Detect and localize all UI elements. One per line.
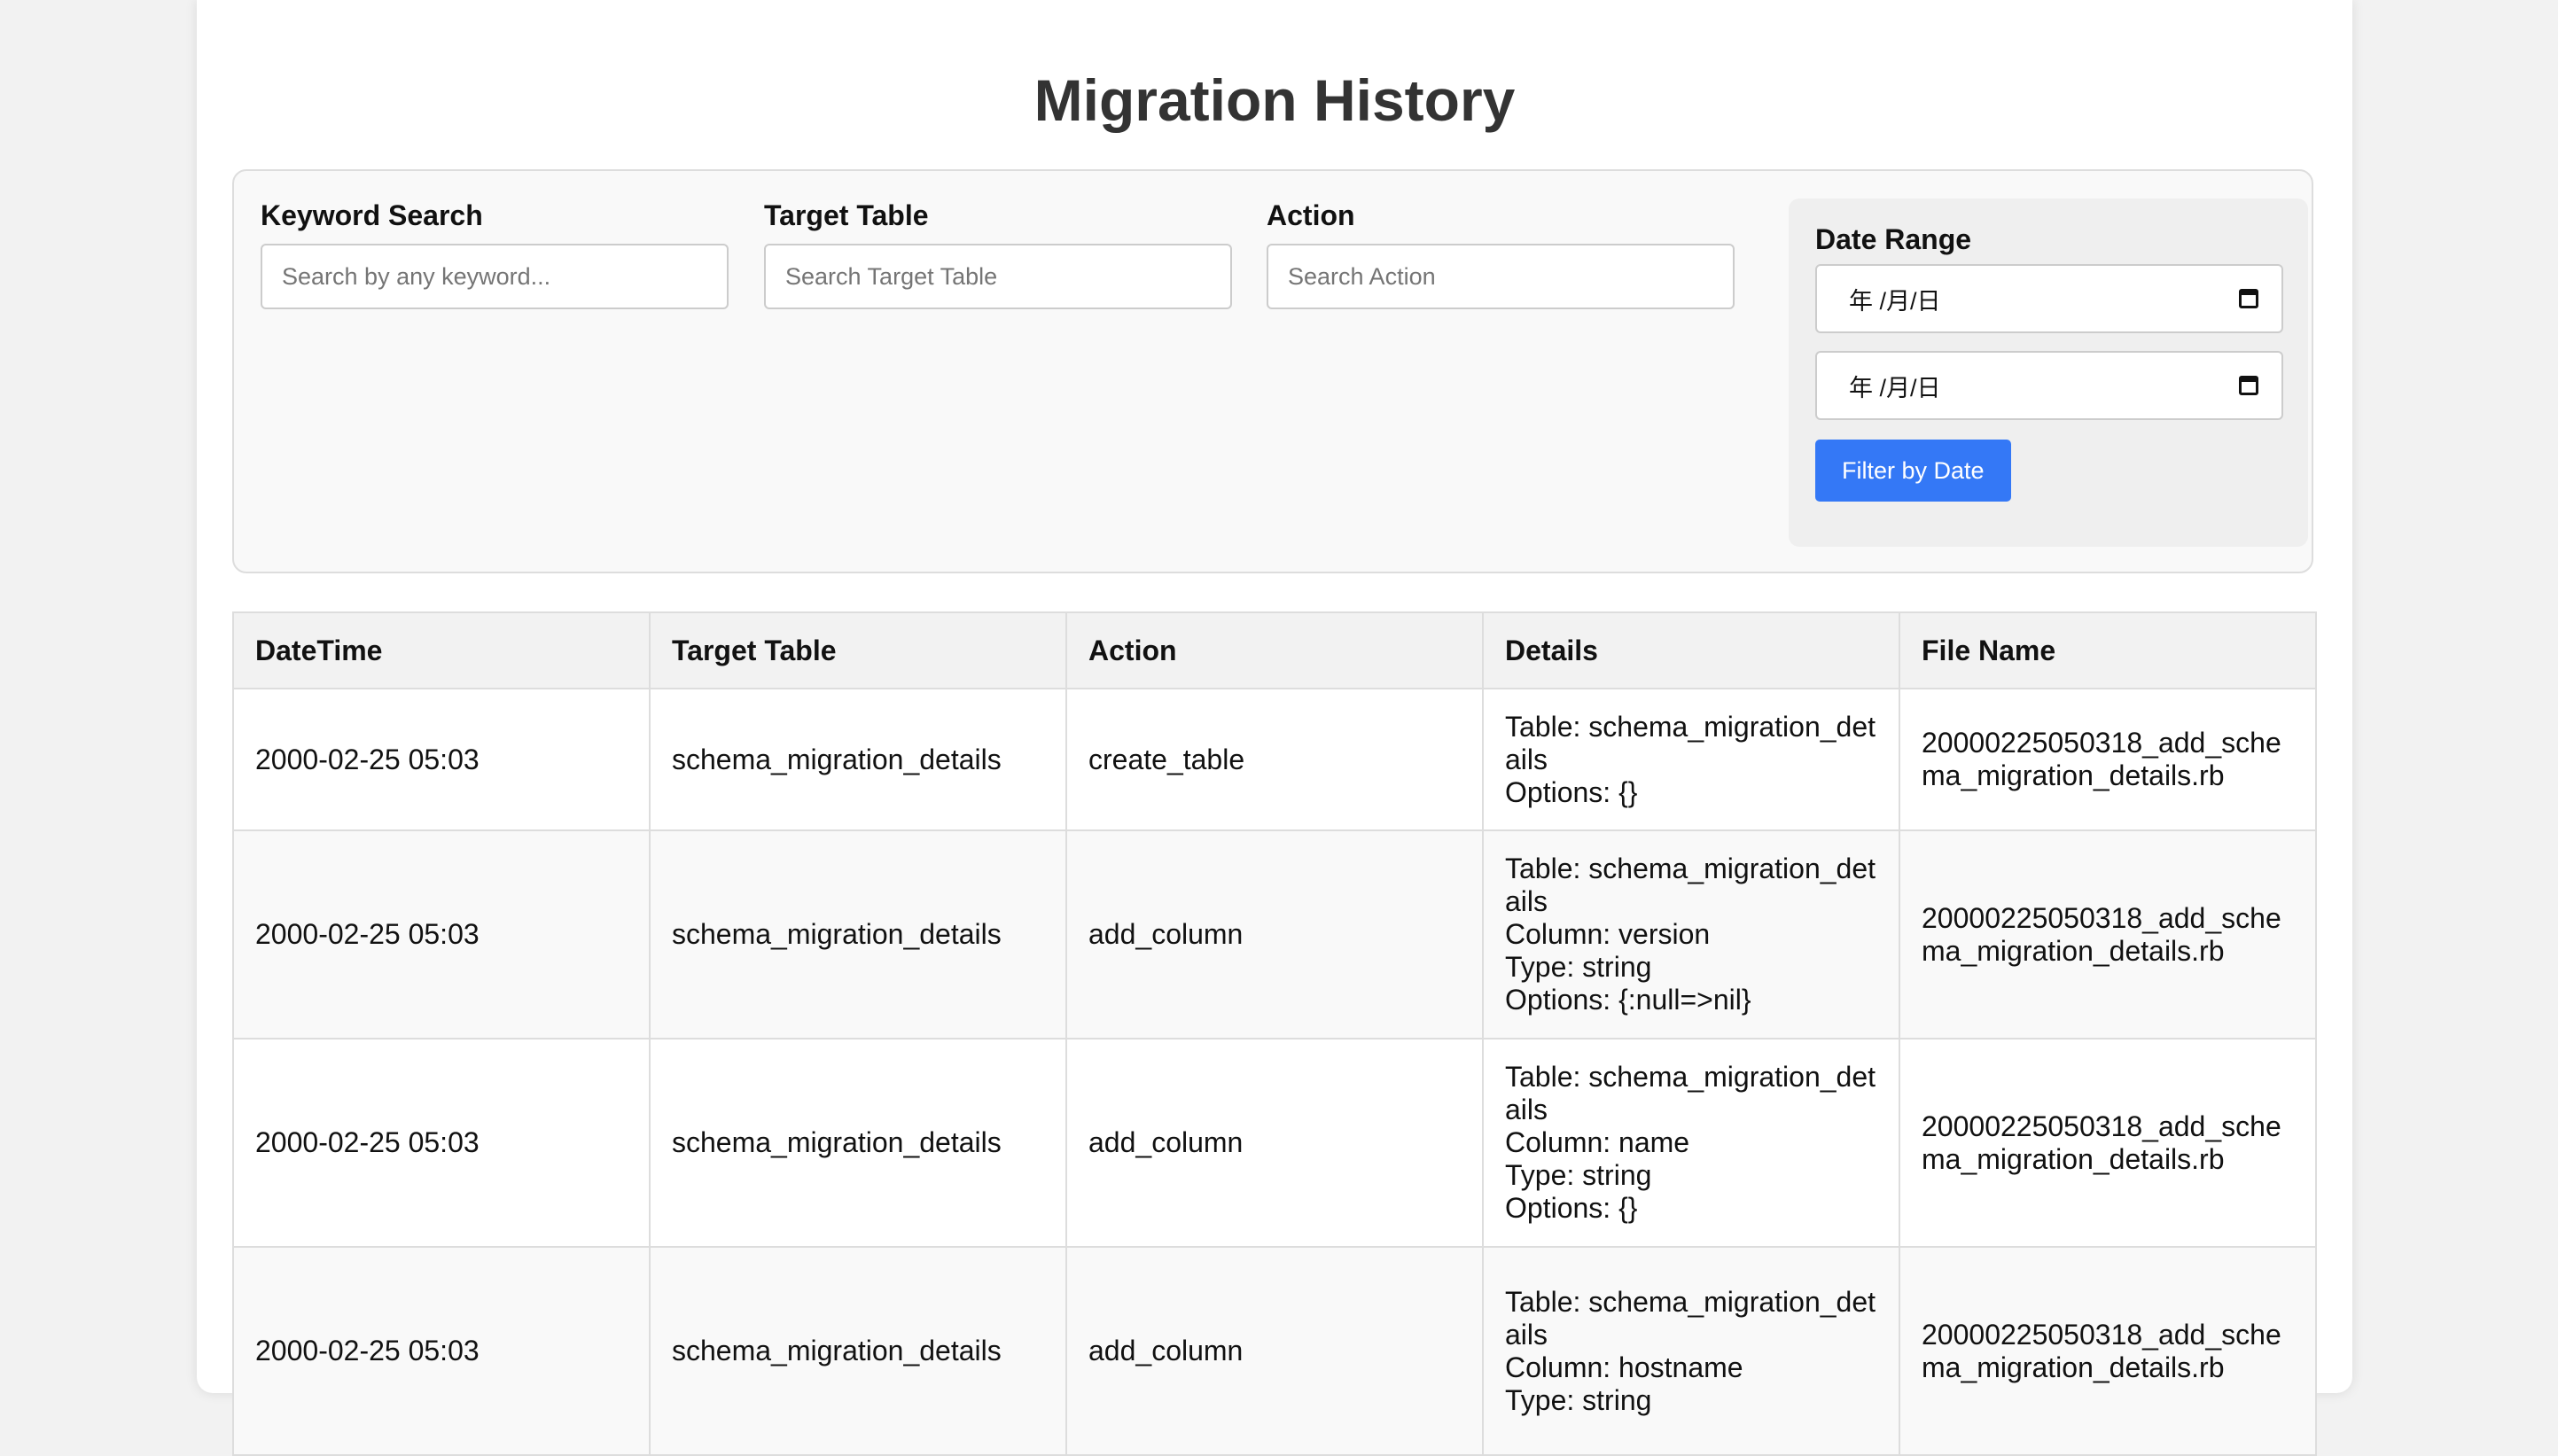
datetime-cell: 2000-02-25 05:03 <box>232 1246 651 1456</box>
table-row: 2000-02-25 05:03 schema_migration_detail… <box>232 1038 2317 1248</box>
start-date-input[interactable]: 年 /月/日 <box>1815 264 2283 333</box>
date-range-box: Date Range 年 /月/日 年 /月/日 Filter by Date <box>1789 199 2308 547</box>
table-row: 2000-02-25 05:03 schema_migration_detail… <box>232 829 2317 1039</box>
datetime-cell: 2000-02-25 05:03 <box>232 829 651 1039</box>
details-line: Table: schema_migration_details <box>1505 1285 1876 1351</box>
file-name-cell: 20000225050318_add_schema_migration_deta… <box>1899 829 2317 1039</box>
action-cell: create_table <box>1065 688 1484 831</box>
details-line: Column: hostname <box>1505 1351 1743 1383</box>
column-header-action[interactable]: Action <box>1065 611 1484 689</box>
details-line: Table: schema_migration_details <box>1505 853 1876 917</box>
action-label: Action <box>1267 199 1355 231</box>
datetime-cell: 2000-02-25 05:03 <box>232 688 651 831</box>
file-name-cell: 20000225050318_add_schema_migration_deta… <box>1899 1038 2317 1248</box>
keyword-filter: Keyword Search <box>261 198 729 309</box>
calendar-icon[interactable] <box>2239 289 2258 308</box>
date-range-label: Date Range <box>1815 223 1972 255</box>
details-line: Type: string <box>1505 1383 1652 1416</box>
action-cell: add_column <box>1065 829 1484 1039</box>
column-header-file-name[interactable]: File Name <box>1899 611 2317 689</box>
datetime-cell: 2000-02-25 05:03 <box>232 1038 651 1248</box>
action-cell: add_column <box>1065 1038 1484 1248</box>
migration-history-table: DateTime Target Table Action Details Fil… <box>232 611 2317 1456</box>
details-cell: Table: schema_migration_details Options:… <box>1482 688 1900 831</box>
target-table-cell: schema_migration_details <box>649 688 1067 831</box>
details-line: Options: {} <box>1505 1192 1638 1224</box>
details-line: Table: schema_migration_details <box>1505 710 1876 775</box>
column-header-details[interactable]: Details <box>1482 611 1900 689</box>
file-name-cell: 20000225050318_add_schema_migration_deta… <box>1899 1246 2317 1456</box>
keyword-search-input[interactable] <box>261 244 729 309</box>
start-date-value: 年 /月/日 <box>1849 287 1941 315</box>
details-line: Table: schema_migration_details <box>1505 1061 1876 1125</box>
page-title: Migration History <box>1033 67 1516 133</box>
target-table-label: Target Table <box>764 199 929 231</box>
page-container: Migration History Keyword Search Target … <box>197 0 2352 1456</box>
action-filter: Action <box>1267 198 1735 309</box>
column-header-target-table[interactable]: Target Table <box>649 611 1067 689</box>
details-line: Options: {} <box>1505 775 1638 808</box>
details-line: Type: string <box>1505 1159 1652 1191</box>
end-date-input[interactable]: 年 /月/日 <box>1815 351 2283 420</box>
table-row: 2000-02-25 05:03 schema_migration_detail… <box>232 1246 2317 1456</box>
details-line: Column: name <box>1505 1126 1690 1158</box>
target-table-cell: schema_migration_details <box>649 1038 1067 1248</box>
target-table-input[interactable] <box>764 244 1232 309</box>
migration-table-container: DateTime Target Table Action Details Fil… <box>232 611 2317 1456</box>
filter-panel: Keyword Search Target Table Action Date … <box>232 169 2313 573</box>
target-table-cell: schema_migration_details <box>649 829 1067 1039</box>
column-header-datetime[interactable]: DateTime <box>232 611 651 689</box>
file-name-cell: 20000225050318_add_schema_migration_deta… <box>1899 688 2317 831</box>
details-line: Options: {:null=>nil} <box>1505 984 1751 1016</box>
table-header-row: DateTime Target Table Action Details Fil… <box>232 611 2317 689</box>
end-date-value: 年 /月/日 <box>1849 374 1941 401</box>
details-cell: Table: schema_migration_details Column: … <box>1482 1246 1900 1456</box>
details-line: Type: string <box>1505 951 1652 983</box>
details-cell: Table: schema_migration_details Column: … <box>1482 829 1900 1039</box>
details-line: Column: version <box>1505 918 1711 950</box>
target-table-cell: schema_migration_details <box>649 1246 1067 1456</box>
table-row: 2000-02-25 05:03 schema_migration_detail… <box>232 688 2317 831</box>
keyword-search-label: Keyword Search <box>261 199 483 231</box>
target-table-filter: Target Table <box>764 198 1232 309</box>
action-cell: add_column <box>1065 1246 1484 1456</box>
calendar-icon[interactable] <box>2239 376 2258 395</box>
details-cell: Table: schema_migration_details Column: … <box>1482 1038 1900 1248</box>
action-input[interactable] <box>1267 244 1735 309</box>
filter-by-date-button[interactable]: Filter by Date <box>1815 440 2011 502</box>
